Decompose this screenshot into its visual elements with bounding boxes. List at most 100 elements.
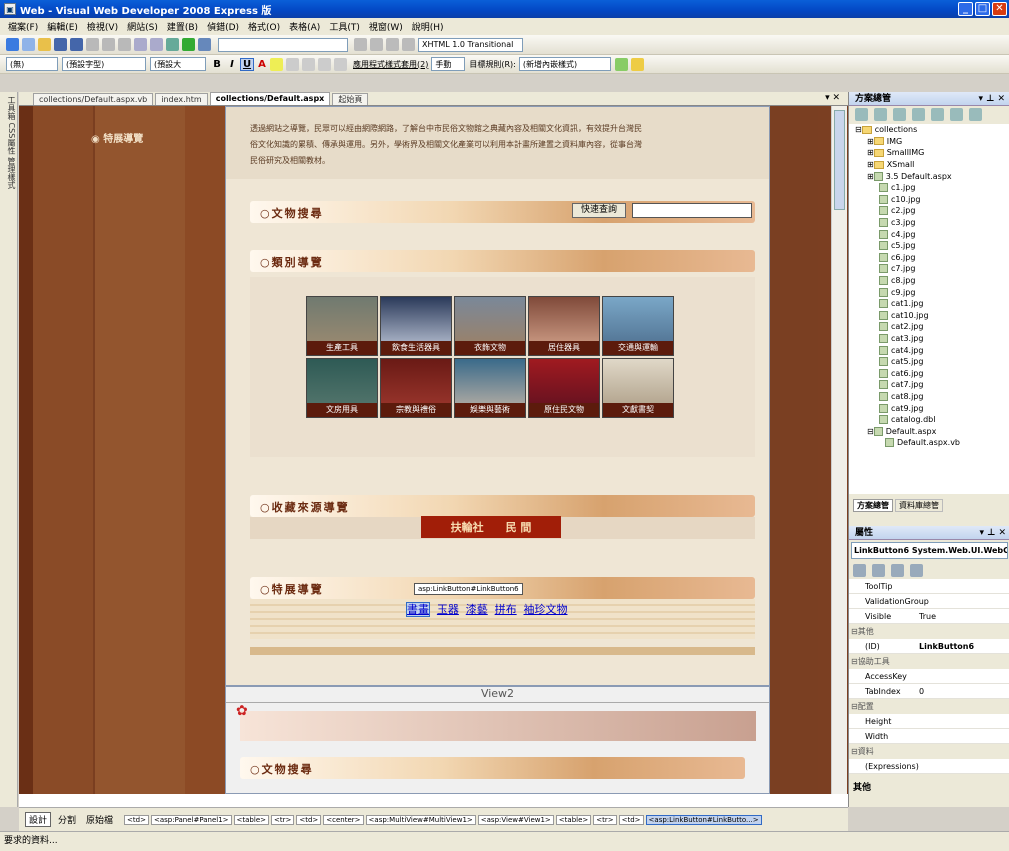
- target-rule-select[interactable]: (新增內嵌樣式): [518, 57, 611, 71]
- exhibit-link-lacquer[interactable]: 漆藝: [466, 603, 488, 616]
- tab-default-aspx[interactable]: collections/Default.aspx: [209, 92, 331, 105]
- redo-icon[interactable]: [150, 38, 163, 51]
- exhibit-link-jade[interactable]: 玉器: [437, 603, 459, 616]
- maximize-button[interactable]: □: [975, 2, 990, 16]
- property-row[interactable]: ToolTip: [849, 579, 1009, 594]
- tab-database-explorer[interactable]: 資料庫總管: [895, 499, 943, 512]
- source-link-rotary[interactable]: 扶輪社: [451, 519, 484, 535]
- scroll-thumb[interactable]: [834, 110, 845, 210]
- copy-website-icon[interactable]: [950, 107, 963, 121]
- properties-icon[interactable]: [855, 107, 868, 121]
- tree-item[interactable]: ⊟ Default.aspx: [855, 425, 1009, 437]
- exhibit-link-miniature[interactable]: 袖珍文物: [524, 603, 568, 616]
- property-category[interactable]: ⊟ 配置: [849, 699, 1009, 714]
- tree-item[interactable]: cat10.jpg: [855, 310, 1009, 322]
- tree-item[interactable]: c9.jpg: [855, 286, 1009, 298]
- tag-selector[interactable]: <asp:View#View1>: [477, 814, 554, 825]
- attach-style-icon[interactable]: [630, 57, 644, 71]
- object-select[interactable]: LinkButton6 System.Web.UI.WebC: [851, 542, 1008, 559]
- tree-item[interactable]: cat6.jpg: [855, 367, 1009, 379]
- property-category[interactable]: ⊟ 協助工具: [849, 654, 1009, 669]
- tree-item[interactable]: c8.jpg: [855, 275, 1009, 287]
- tag-selector[interactable]: <asp:Panel#Panel1>: [150, 814, 232, 825]
- tag-selector[interactable]: <tr>: [593, 814, 617, 825]
- refresh-icon[interactable]: [874, 107, 887, 121]
- tree-item[interactable]: catalog.dbl: [855, 414, 1009, 426]
- tree-item[interactable]: cat4.jpg: [855, 344, 1009, 356]
- category-tile[interactable]: 宗教與禮俗: [380, 358, 452, 418]
- tree-item[interactable]: ⊞ IMG: [855, 136, 1009, 148]
- underline-button[interactable]: U: [240, 57, 254, 71]
- find-combo[interactable]: [218, 37, 348, 52]
- new-style-icon[interactable]: [614, 57, 628, 71]
- tree-item[interactable]: Default.aspx.vb: [855, 437, 1009, 449]
- view-designer-icon[interactable]: [931, 107, 944, 121]
- menu-website[interactable]: 網站(S): [127, 20, 158, 33]
- property-category[interactable]: ⊟ 其他: [849, 624, 1009, 639]
- tab-index-htm[interactable]: index.htm: [155, 93, 208, 105]
- tag-selector[interactable]: <td>: [124, 814, 149, 825]
- sidebar-item-exhibit[interactable]: ◉ 特展導覽: [91, 130, 143, 145]
- menu-help[interactable]: 說明(H): [412, 20, 444, 33]
- property-row[interactable]: Visible True: [849, 609, 1009, 624]
- tree-item[interactable]: ⊞ SmallIMG: [855, 147, 1009, 159]
- source-view-button[interactable]: 原始檔: [83, 813, 116, 826]
- category-tile[interactable]: 飲食生活器具: [380, 296, 452, 356]
- menu-tools[interactable]: 工具(T): [329, 20, 360, 33]
- tree-item[interactable]: cat2.jpg: [855, 321, 1009, 333]
- property-row[interactable]: AccessKey: [849, 669, 1009, 684]
- font-size-select[interactable]: (預設大: [150, 57, 206, 71]
- tree-item[interactable]: c3.jpg: [855, 217, 1009, 229]
- design-surface[interactable]: ◉ 特展導覽 透過網站之導覽，民眾可以經由網際網路，了解台中市民俗文物館之典藏內…: [19, 106, 848, 794]
- tag-selector[interactable]: <asp:LinkButton#LinkButto...>: [645, 814, 762, 825]
- menu-format[interactable]: 格式(O): [248, 20, 280, 33]
- doctype-select[interactable]: XHTML 1.0 Transitional: [418, 37, 523, 52]
- split-view-button[interactable]: 分割: [55, 813, 79, 826]
- block-format-select[interactable]: (無): [6, 57, 58, 71]
- find-icon[interactable]: [198, 38, 211, 51]
- indent-icon[interactable]: [334, 57, 347, 71]
- category-tile[interactable]: 生產工具: [306, 296, 378, 356]
- properties-view-icon[interactable]: [891, 563, 904, 577]
- tree-item[interactable]: ⊟ collections: [855, 124, 1009, 136]
- property-value[interactable]: True: [917, 612, 1009, 621]
- tree-item[interactable]: cat9.jpg: [855, 402, 1009, 414]
- tag-selector[interactable]: <table>: [555, 814, 592, 825]
- tree-item[interactable]: c7.jpg: [855, 263, 1009, 275]
- start-debug-icon[interactable]: [182, 38, 195, 51]
- category-tile[interactable]: 衣飾文物: [454, 296, 526, 356]
- tab-solution-explorer[interactable]: 方案總管: [853, 499, 893, 512]
- cut-icon[interactable]: [86, 38, 99, 51]
- menu-view[interactable]: 檢視(V): [87, 20, 118, 33]
- open-icon[interactable]: [38, 38, 51, 51]
- tree-item[interactable]: c5.jpg: [855, 240, 1009, 252]
- property-row[interactable]: Height: [849, 714, 1009, 729]
- events-icon[interactable]: [910, 563, 923, 577]
- property-value[interactable]: 0: [917, 687, 1009, 696]
- property-row[interactable]: TabIndex 0: [849, 684, 1009, 699]
- highlight-icon[interactable]: [270, 57, 283, 71]
- close-button[interactable]: ✕: [992, 2, 1007, 16]
- category-tile[interactable]: 娛樂與藝術: [454, 358, 526, 418]
- menu-build[interactable]: 建置(B): [167, 20, 198, 33]
- paste-icon[interactable]: [118, 38, 131, 51]
- category-tile[interactable]: 交通與運輸: [602, 296, 674, 356]
- left-toolbox-strip[interactable]: 工具箱 CSS屬性 管理樣式: [0, 92, 18, 807]
- menu-file[interactable]: 檔案(F): [8, 20, 38, 33]
- category-tile[interactable]: 文獻書契: [602, 358, 674, 418]
- new-project-icon[interactable]: [6, 38, 19, 51]
- bullets-icon[interactable]: [302, 57, 315, 71]
- style-mode-select[interactable]: 手動: [431, 57, 466, 71]
- font-name-select[interactable]: (預設字型): [62, 57, 146, 71]
- design-vertical-scrollbar[interactable]: [831, 106, 847, 794]
- property-row[interactable]: Width: [849, 729, 1009, 744]
- property-row[interactable]: ValidationGroup: [849, 594, 1009, 609]
- view-code-icon[interactable]: [912, 107, 925, 121]
- tree-item[interactable]: cat1.jpg: [855, 298, 1009, 310]
- close-doc-icon[interactable]: ▾ ✕: [825, 93, 840, 103]
- source-link-private[interactable]: 民 間: [506, 519, 532, 535]
- save-all-icon[interactable]: [70, 38, 83, 51]
- menu-table[interactable]: 表格(A): [289, 20, 320, 33]
- tree-item[interactable]: c4.jpg: [855, 228, 1009, 240]
- toolbar-icon[interactable]: [402, 38, 415, 51]
